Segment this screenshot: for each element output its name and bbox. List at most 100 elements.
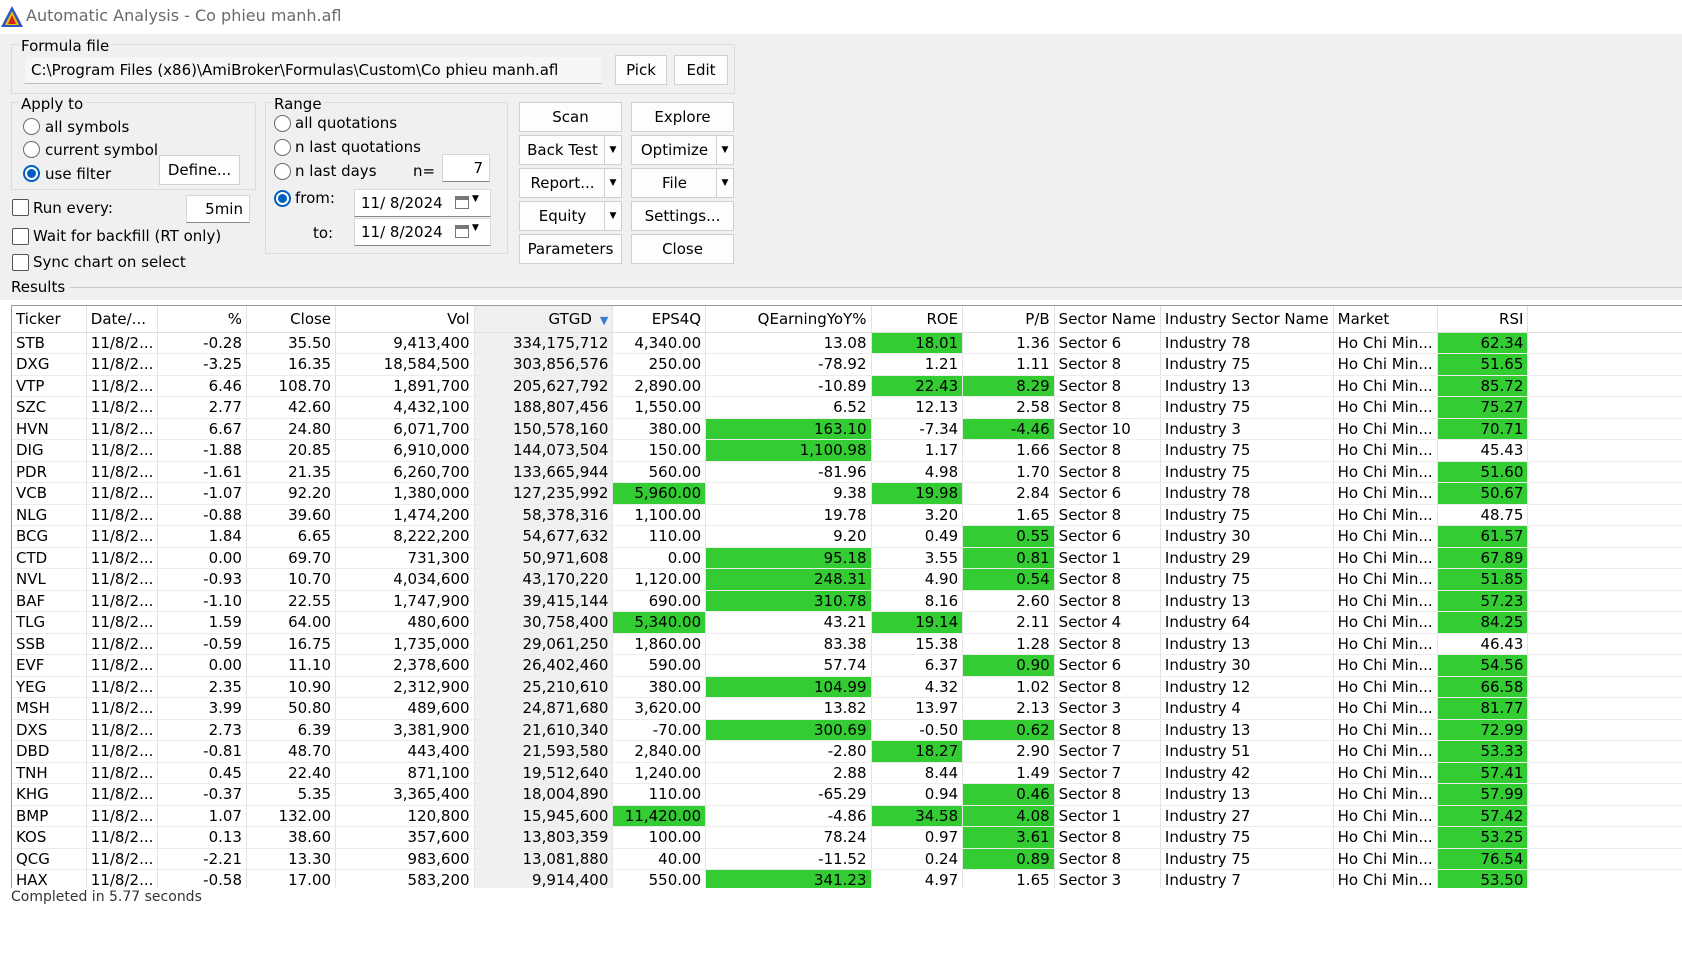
chevron-down-icon[interactable]: ▼ <box>472 194 479 204</box>
column-header[interactable]: ROE <box>871 306 964 333</box>
from-date-picker[interactable]: 11/ 8/2024 <box>354 189 491 217</box>
table-row[interactable]: NLG 11/8/2... -0.88 39.60 1,474,200 58,378,31… <box>12 504 1682 526</box>
table-row[interactable]: QCG 11/8/2... -2.21 13.30 983,600 13,081,880 4… <box>12 848 1682 870</box>
optimize-button[interactable]: Optimize ▼ <box>631 135 734 165</box>
table-row[interactable]: TLG 11/8/2... 1.59 64.00 480,600 30,758,400 5,… <box>12 611 1682 634</box>
table-cell: 133,665,944 <box>474 461 614 483</box>
radio-n-last-quotations[interactable] <box>274 139 291 156</box>
table-row[interactable]: NVL 11/8/2... -0.93 10.70 4,034,600 43,170,22… <box>12 568 1682 591</box>
table-row[interactable]: YEG 11/8/2... 2.35 10.90 2,312,900 25,210,610… <box>12 676 1682 698</box>
file-button[interactable]: File ▼ <box>631 168 734 198</box>
table-cell: 205,627,792 <box>474 375 614 397</box>
equity-button[interactable]: Equity ▼ <box>519 201 622 231</box>
table-row[interactable]: STB 11/8/2... -0.28 35.50 9,413,400 334,175,7… <box>12 332 1682 354</box>
parameters-button[interactable]: Parameters <box>519 234 622 264</box>
column-header[interactable]: Ticker <box>12 306 87 333</box>
results-grid[interactable]: Ticker Date/...% Close Vol GTGD ▼ EPS4Q QEarnin… <box>12 306 1682 888</box>
table-cell: -1.61 <box>157 461 247 483</box>
chevron-down-icon[interactable]: ▼ <box>604 136 621 164</box>
table-cell: 6.37 <box>871 654 964 677</box>
table-row[interactable]: KOS 11/8/2... 0.13 38.60 357,600 13,803,359 10… <box>12 826 1682 849</box>
column-header[interactable]: Industry Sector Name <box>1160 306 1334 333</box>
column-header[interactable]: EPS4Q <box>612 306 707 333</box>
close-button[interactable]: Close <box>631 234 734 264</box>
table-row[interactable]: VTP 11/8/2... 6.46 108.70 1,891,700 205,627,7… <box>12 375 1682 397</box>
table-cell: 64.00 <box>246 611 337 634</box>
run-every-checkbox[interactable] <box>12 199 29 216</box>
table-row[interactable]: BAF 11/8/2... -1.10 22.55 1,747,900 39,415,14… <box>12 590 1682 612</box>
table-row[interactable]: KHG 11/8/2... -0.37 5.35 3,365,400 18,004,890… <box>12 783 1682 806</box>
explore-button[interactable]: Explore <box>631 102 734 132</box>
table-cell: 4.32 <box>871 676 964 698</box>
back-test-button[interactable]: Back Test ▼ <box>519 135 622 165</box>
chevron-down-icon[interactable]: ▼ <box>716 136 733 164</box>
table-row[interactable]: DXG 11/8/2... -3.25 16.35 18,584,500 303,856,… <box>12 353 1682 376</box>
pick-button[interactable]: Pick <box>615 55 667 85</box>
table-row[interactable]: SSB 11/8/2... -0.59 16.75 1,735,000 29,061,25… <box>12 633 1682 655</box>
column-header[interactable]: GTGD ▼ <box>474 306 614 333</box>
table-cell-filler <box>1527 848 1682 870</box>
column-header[interactable]: Vol <box>335 306 475 333</box>
radio-all-symbols[interactable] <box>23 118 40 135</box>
column-header[interactable]: Sector Name <box>1054 306 1161 333</box>
radio-all-quotations[interactable] <box>274 115 291 132</box>
radio-use-filter[interactable] <box>23 165 40 182</box>
radio-n-last-days[interactable] <box>274 163 291 180</box>
table-row[interactable]: HVN 11/8/2... 6.67 24.80 6,071,700 150,578,16… <box>12 418 1682 440</box>
table-cell: Industry 51 <box>1160 740 1334 763</box>
table-row[interactable]: PDR 11/8/2... -1.61 21.35 6,260,700 133,665,9… <box>12 461 1682 483</box>
table-row[interactable]: BCG 11/8/2... 1.84 6.65 8,222,200 54,677,632 1… <box>12 525 1682 548</box>
to-date-picker[interactable]: 11/ 8/2024 <box>354 218 491 246</box>
scan-label: Scan <box>552 108 589 126</box>
column-header[interactable]: % <box>157 306 247 333</box>
table-row[interactable]: BMP 11/8/2... 1.07 132.00 120,800 15,945,600 1… <box>12 805 1682 827</box>
table-cell: 2.77 <box>157 396 247 419</box>
table-row[interactable]: HAX 11/8/2... -0.58 17.00 583,200 9,914,400 55… <box>12 869 1682 888</box>
edit-button[interactable]: Edit <box>674 55 728 85</box>
chevron-down-icon[interactable]: ▼ <box>604 202 621 230</box>
table-cell: 1.70 <box>962 461 1055 483</box>
settings-button[interactable]: Settings... <box>631 201 734 231</box>
run-every-input[interactable]: 5min <box>186 195 250 223</box>
calendar-icon[interactable] <box>455 225 469 238</box>
chevron-down-icon[interactable]: ▼ <box>604 169 621 197</box>
table-cell: 85.72 <box>1437 375 1529 397</box>
table-cell: 18.27 <box>871 740 964 763</box>
column-header[interactable]: QEarningYoY% <box>705 306 872 333</box>
table-cell: EVF <box>12 654 87 677</box>
table-row[interactable]: DBD 11/8/2... -0.81 48.70 443,400 21,593,580 2… <box>12 740 1682 763</box>
table-cell: Ho Chi Min... <box>1333 332 1438 354</box>
table-row[interactable]: SZC 11/8/2... 2.77 42.60 4,432,100 188,807,45… <box>12 396 1682 419</box>
wait-backfill-checkbox[interactable] <box>12 228 29 245</box>
table-cell: 53.50 <box>1437 869 1529 888</box>
formula-path-field[interactable]: C:\Program Files (x86)\AmiBroker\Formula… <box>24 56 602 84</box>
report-button[interactable]: Report... ▼ <box>519 168 622 198</box>
column-header[interactable]: Close <box>246 306 337 333</box>
chevron-down-icon[interactable]: ▼ <box>716 169 733 197</box>
table-row[interactable]: DIG 11/8/2... -1.88 20.85 6,910,000 144,073,5… <box>12 439 1682 462</box>
scan-button[interactable]: Scan <box>519 102 622 132</box>
define-button[interactable]: Define... <box>159 155 240 185</box>
n-value-input[interactable]: 7 <box>442 154 490 182</box>
column-header[interactable]: P/B <box>962 306 1055 333</box>
table-row[interactable]: EVF 11/8/2... 0.00 11.10 2,378,600 26,402,460… <box>12 654 1682 677</box>
radio-from-date[interactable] <box>274 190 291 207</box>
table-cell: 1.17 <box>871 439 964 462</box>
table-row[interactable]: MSH 11/8/2... 3.99 50.80 489,600 24,871,680 3,… <box>12 697 1682 720</box>
table-row[interactable]: CTD 11/8/2... 0.00 69.70 731,300 50,971,608 0.… <box>12 547 1682 569</box>
column-header[interactable]: Date/... <box>86 306 159 333</box>
results-table[interactable]: Ticker Date/...% Close Vol GTGD ▼ EPS4Q QEarnin… <box>11 305 1682 888</box>
column-header[interactable]: RSI <box>1437 306 1529 333</box>
radio-current-symbol[interactable] <box>23 141 40 158</box>
table-cell: Ho Chi Min... <box>1333 439 1438 462</box>
sync-chart-checkbox[interactable] <box>12 254 29 271</box>
table-row[interactable]: VCB 11/8/2... -1.07 92.20 1,380,000 127,235,9… <box>12 482 1682 505</box>
table-row[interactable]: TNH 11/8/2... 0.45 22.40 871,100 19,512,640 1,… <box>12 762 1682 784</box>
table-row[interactable]: DXS 11/8/2... 2.73 6.39 3,381,900 21,610,340-… <box>12 719 1682 741</box>
table-cell: Industry 75 <box>1160 504 1334 526</box>
table-cell: 4.90 <box>871 568 964 591</box>
column-header[interactable]: Market <box>1333 306 1438 333</box>
calendar-icon[interactable] <box>455 196 469 209</box>
chevron-down-icon[interactable]: ▼ <box>472 223 479 233</box>
table-cell: VTP <box>12 375 87 397</box>
